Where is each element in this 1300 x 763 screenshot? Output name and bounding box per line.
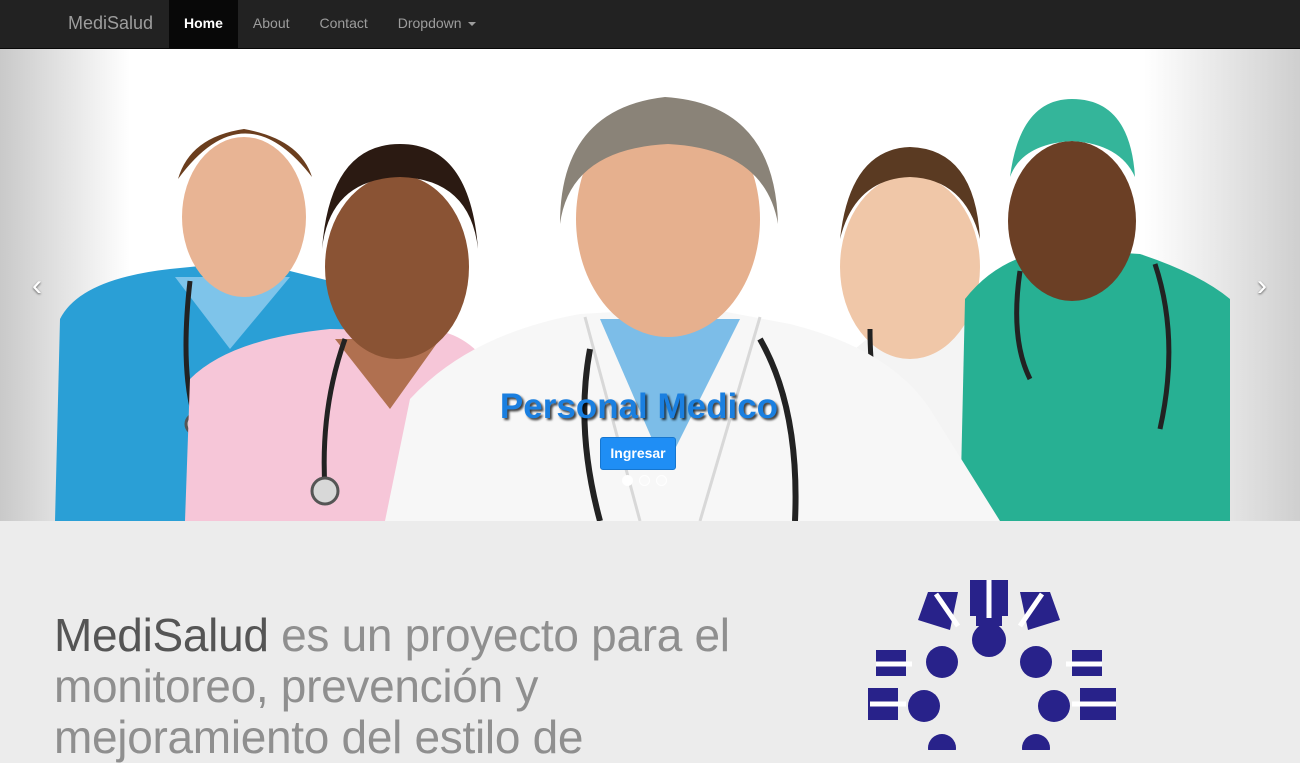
carousel-indicators <box>622 475 667 486</box>
featurette-heading: MediSalud es un proyecto para el monitor… <box>54 610 734 763</box>
featurette-heading-brand: MediSalud <box>54 609 269 661</box>
nav-dropdown[interactable]: Dropdown <box>383 0 491 48</box>
chevron-right-icon: › <box>1257 269 1267 302</box>
ingresar-button[interactable]: Ingresar <box>600 437 676 470</box>
carousel-next-button[interactable]: › <box>1247 271 1277 301</box>
carousel-indicator[interactable] <box>639 475 650 486</box>
nav-dropdown-label: Dropdown <box>397 15 462 31</box>
carousel-caption-title: Personal Medico <box>499 387 779 426</box>
nav-contact[interactable]: Contact <box>305 0 383 48</box>
brand-link[interactable]: MediSalud <box>68 0 153 48</box>
navbar: MediSalud Home About Contact Dropdown <box>0 0 1300 49</box>
nav-about[interactable]: About <box>238 0 305 48</box>
carousel-indicator[interactable] <box>656 475 667 486</box>
nav-menu: Home About Contact Dropdown <box>169 0 491 48</box>
caret-down-icon <box>467 22 476 27</box>
medisalud-logo <box>868 580 1116 750</box>
chevron-left-icon: ‹ <box>32 269 42 302</box>
carousel-prev-button[interactable]: ‹ <box>22 271 52 301</box>
carousel-indicator[interactable] <box>622 475 633 486</box>
nav-home[interactable]: Home <box>169 0 238 48</box>
hero-carousel: ‹ › Personal Medico Ingresar <box>0 49 1300 521</box>
